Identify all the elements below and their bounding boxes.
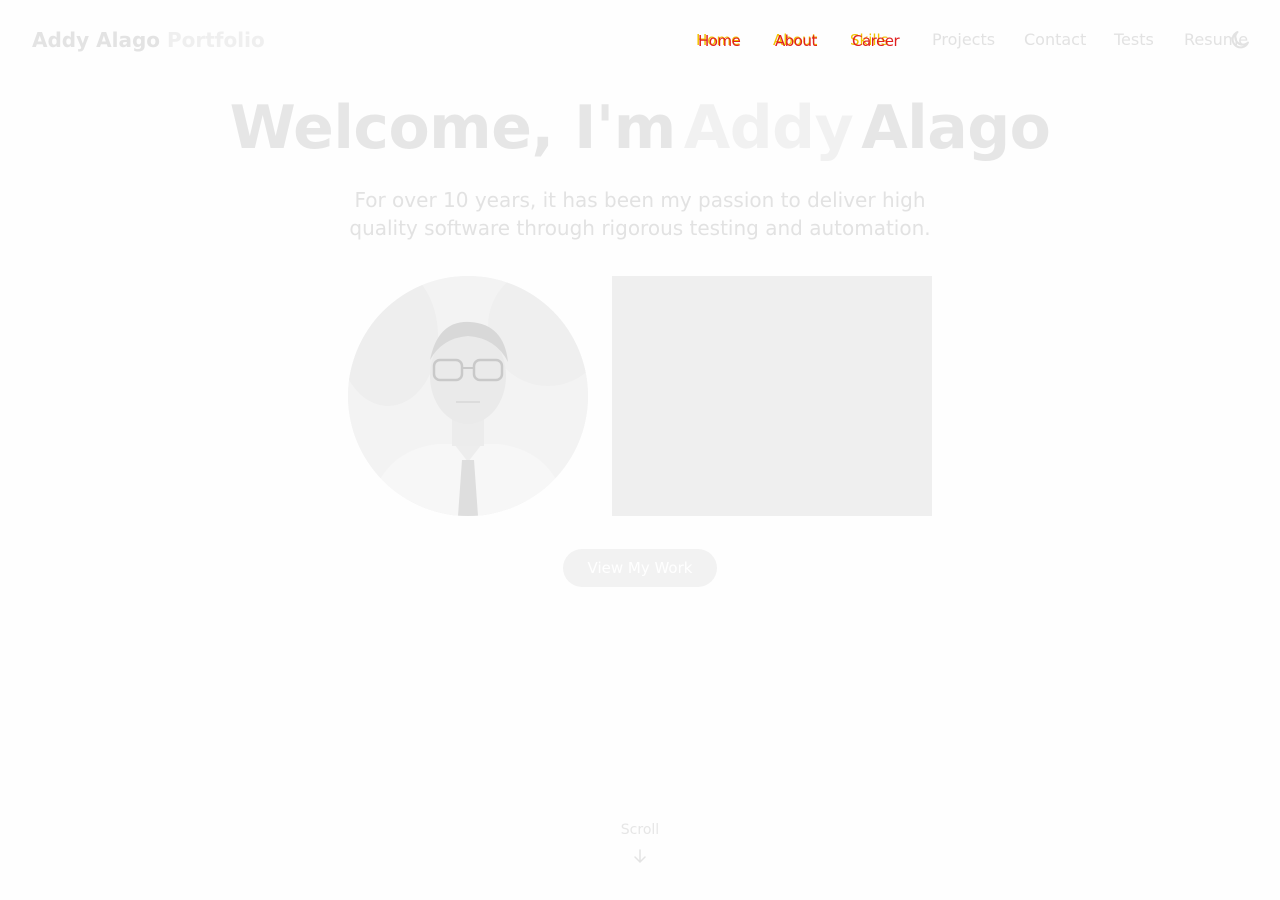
nav-link-skills-overlay: Career	[852, 32, 900, 50]
scroll-label: Scroll	[620, 822, 660, 838]
hero-title: Welcome, I'm Addy Alago	[0, 92, 1280, 164]
nav-link-projects[interactable]: Projects	[932, 30, 995, 50]
profile-photo-graphic	[348, 276, 588, 516]
page: Addy Alago Portfolio Home Home About Abo…	[0, 0, 1280, 900]
nav-links: Home Home About About Skills Career Proj…	[0, 30, 1280, 52]
video-placeholder[interactable]	[612, 276, 932, 516]
arrow-down-icon	[634, 849, 646, 863]
hero-title-highlight: Addy	[683, 93, 854, 163]
hero-title-prefix: Welcome, I'm	[229, 93, 677, 163]
scroll-indicator[interactable]: Scroll	[590, 820, 690, 864]
nav-link-skills[interactable]: Skills Career	[850, 30, 912, 50]
nav-link-home-overlay: Home	[698, 32, 741, 50]
nav-link-tests[interactable]: Tests	[1114, 30, 1154, 50]
moon-icon	[1231, 31, 1249, 49]
hero-subtitle: For over 10 years, it has been my passio…	[349, 188, 931, 240]
navbar: Addy Alago Portfolio Home Home About Abo…	[0, 0, 1280, 80]
theme-toggle-button[interactable]	[1228, 28, 1252, 52]
nav-link-contact[interactable]: Contact	[1024, 30, 1086, 50]
profile-photo	[348, 276, 588, 516]
view-my-work-button[interactable]: View My Work	[563, 549, 717, 587]
hero-title-suffix: Alago	[861, 93, 1051, 163]
nav-link-home[interactable]: Home Home	[696, 30, 756, 50]
nav-link-about-overlay: About	[775, 32, 817, 50]
nav-link-about[interactable]: About About	[773, 30, 833, 50]
